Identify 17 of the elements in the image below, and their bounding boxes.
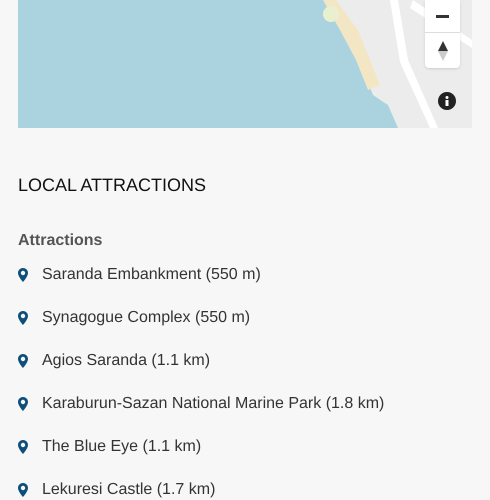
attraction-link[interactable]: Saranda Embankment (550 m) — [42, 265, 261, 285]
location-pin-icon — [18, 483, 28, 497]
location-pin-icon — [18, 354, 28, 368]
attraction-link[interactable]: Agios Saranda (1.1 km) — [42, 351, 210, 371]
attraction-link[interactable]: Karaburun-Sazan National Marine Park (1.8 km) — [42, 394, 384, 414]
attraction-link[interactable]: Synagogue Complex (550 m) — [42, 308, 250, 328]
location-pin-icon — [18, 268, 28, 282]
info-icon — [445, 96, 449, 106]
location-pin-icon — [18, 311, 28, 325]
minus-icon — [436, 14, 449, 18]
list-heading: Attractions — [18, 231, 102, 251]
compass-icon — [438, 40, 448, 60]
location-pin-icon — [18, 440, 28, 454]
attraction-link[interactable]: Lekuresi Castle (1.7 km) — [42, 480, 216, 500]
attraction-link[interactable]: The Blue Eye (1.1 km) — [42, 437, 202, 457]
section-title: LOCAL ATTRACTIONS — [18, 174, 206, 197]
location-pin-icon — [18, 397, 28, 411]
